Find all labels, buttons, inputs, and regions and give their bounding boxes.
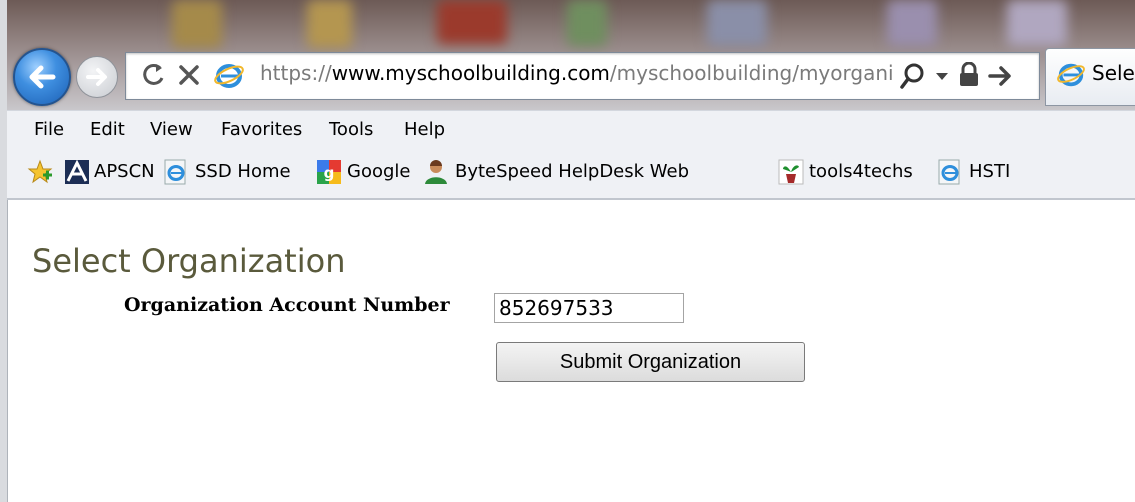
favorites-bar: APSCN SSD Home g Google ByteSpeed HelpDe… <box>7 148 1135 200</box>
helpdesk-person-icon <box>425 160 447 184</box>
tab-title: Sele <box>1092 61 1135 85</box>
favorite-label: HSTI <box>969 161 1011 182</box>
forward-button[interactable] <box>76 56 118 98</box>
ie-page-icon <box>938 159 960 185</box>
go-arrow-icon[interactable] <box>988 64 1014 88</box>
blurred-desktop-shape <box>707 0 767 46</box>
ie-page-icon <box>1057 63 1085 87</box>
browser-window: https://www.myschoolbuilding.com/myschoo… <box>0 0 1135 502</box>
blurred-desktop-shape <box>172 0 222 48</box>
blurred-desktop-shape <box>567 0 607 46</box>
menu-help[interactable]: Help <box>404 119 445 140</box>
menu-view[interactable]: View <box>150 119 193 140</box>
menu-favorites[interactable]: Favorites <box>221 119 302 140</box>
favorite-label: Google <box>347 161 411 182</box>
google-icon: g <box>317 160 341 184</box>
page-title: Select Organization <box>32 242 346 280</box>
url-scheme: https:// <box>260 61 332 85</box>
address-bar[interactable]: https://www.myschoolbuilding.com/myschoo… <box>125 52 1040 100</box>
ie-page-icon <box>214 64 244 88</box>
blurred-desktop-shape <box>307 0 352 48</box>
favorites-star-icon[interactable] <box>27 159 53 185</box>
url-domain: www.myschoolbuilding.com <box>331 61 610 85</box>
back-arrow-icon <box>29 65 56 89</box>
browser-tab[interactable]: Sele <box>1045 48 1135 106</box>
stop-icon[interactable] <box>178 64 200 86</box>
account-number-label: Organization Account Number <box>124 294 450 316</box>
ie-page-icon <box>164 159 186 185</box>
blurred-desktop-shape <box>437 0 507 44</box>
chevron-down-icon[interactable] <box>935 72 949 82</box>
favorite-label: tools4techs <box>809 161 913 182</box>
back-button[interactable] <box>13 48 71 106</box>
forward-arrow-icon <box>86 68 107 86</box>
favorite-label: APSCN <box>94 161 155 182</box>
url-text[interactable]: https://www.myschoolbuilding.com/myschoo… <box>260 61 894 85</box>
favorite-label: SSD Home <box>195 161 291 182</box>
menu-bar: File Edit View Favorites Tools Help <box>7 110 1135 149</box>
menu-tools[interactable]: Tools <box>329 119 373 140</box>
plant-icon <box>778 159 804 185</box>
menu-edit[interactable]: Edit <box>90 119 125 140</box>
lock-icon[interactable] <box>958 62 980 88</box>
blurred-desktop-shape <box>1007 0 1067 46</box>
svg-text:g: g <box>324 164 335 182</box>
blurred-desktop-shape <box>887 0 937 46</box>
menu-file[interactable]: File <box>34 119 64 140</box>
submit-organization-button[interactable]: Submit Organization <box>496 342 805 382</box>
url-path: /myschoolbuilding/myorganiza <box>609 61 894 85</box>
search-icon[interactable] <box>900 62 926 90</box>
favorite-label: ByteSpeed HelpDesk Web <box>455 161 690 182</box>
apscn-icon <box>65 159 89 184</box>
account-number-input[interactable] <box>494 293 684 323</box>
refresh-icon[interactable] <box>142 62 166 88</box>
